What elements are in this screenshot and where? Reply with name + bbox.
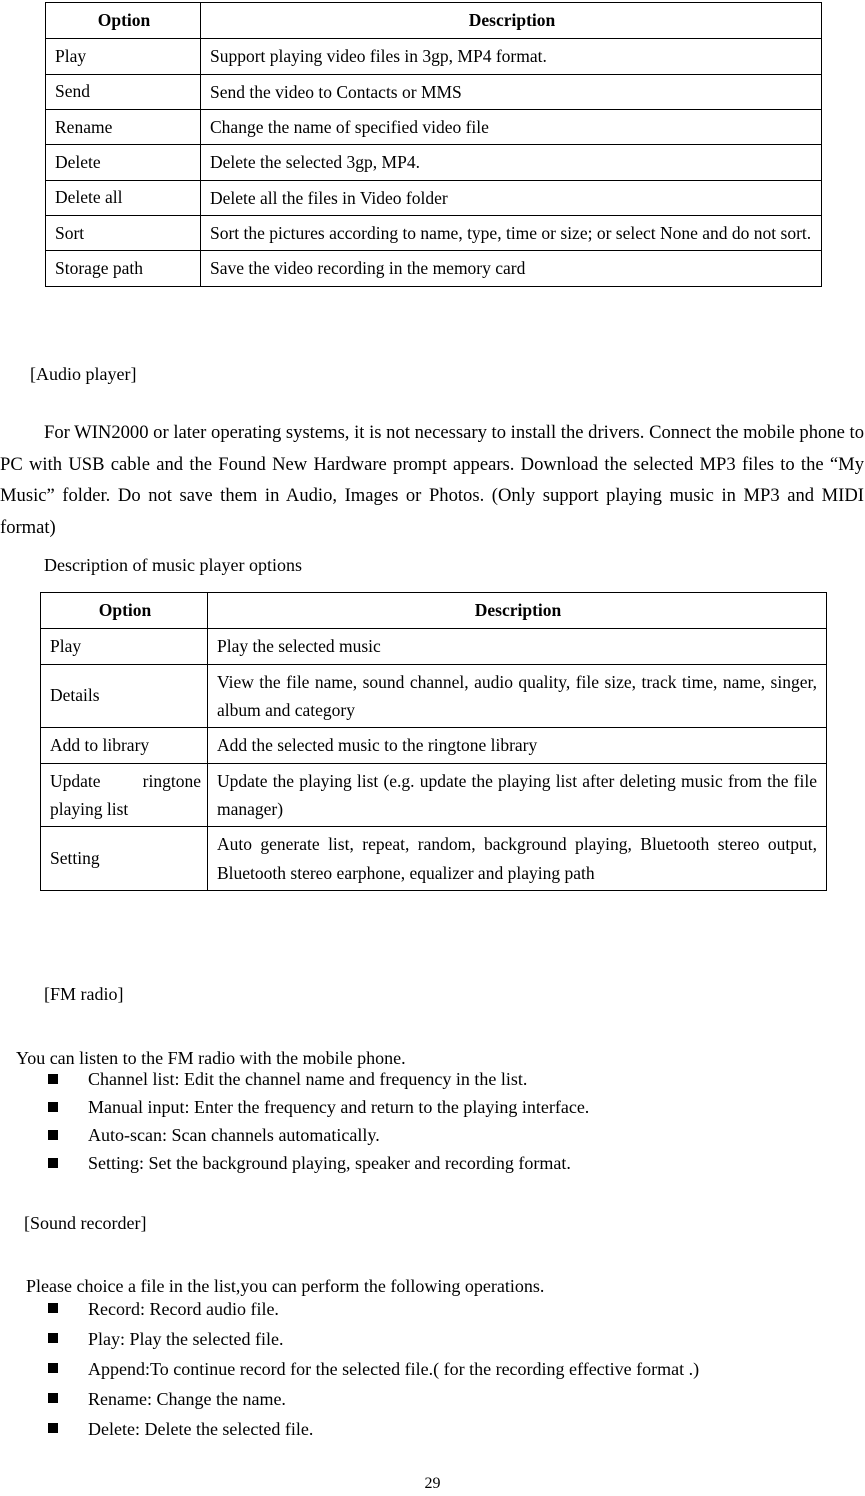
- list-item: Rename: Change the name.: [40, 1384, 699, 1414]
- list-item-label: Auto-scan: Scan channels automatically.: [88, 1125, 380, 1145]
- list-item-label: Record: Record audio file.: [88, 1299, 279, 1319]
- list-item-label: Channel list: Edit the channel name and …: [88, 1069, 528, 1089]
- list-item: Manual input: Enter the frequency and re…: [40, 1093, 589, 1121]
- column-header-option: Option: [45, 1, 201, 40]
- cell-option: Update ringtone playing list: [40, 762, 208, 828]
- cell-option: Delete: [45, 144, 201, 181]
- table-row: Storage path Save the video recording in…: [45, 250, 822, 287]
- sound-recorder-intro: Please choice a file in the list,you can…: [26, 1276, 545, 1296]
- cell-description: Update the playing list (e.g. update the…: [207, 762, 827, 828]
- list-item-label: Play: Play the selected file.: [88, 1329, 284, 1349]
- column-header-description: Description: [207, 591, 827, 630]
- cell-description: Change the name of specified video file: [200, 109, 822, 146]
- square-bullet-icon: [48, 1303, 58, 1313]
- column-header-description: Description: [200, 1, 822, 40]
- fm-radio-heading: [FM radio]: [44, 984, 124, 1004]
- fm-radio-bullet-list: Channel list: Edit the channel name and …: [40, 1065, 589, 1177]
- table-row: Delete Delete the selected 3gp, MP4.: [45, 144, 822, 181]
- table-row: Play Play the selected music: [40, 628, 827, 665]
- list-item: Record: Record audio file.: [40, 1294, 699, 1324]
- table-row: Rename Change the name of specified vide…: [45, 109, 822, 146]
- list-item: Channel list: Edit the channel name and …: [40, 1065, 589, 1093]
- cell-description: Save the video recording in the memory c…: [200, 250, 822, 287]
- table-row: Sort Sort the pictures according to name…: [45, 215, 822, 252]
- cell-description: Auto generate list, repeat, random, back…: [207, 826, 827, 892]
- list-item: Play: Play the selected file.: [40, 1324, 699, 1354]
- table-header-row: Option Description: [45, 1, 822, 40]
- table-row: Setting Auto generate list, repeat, rand…: [40, 826, 827, 892]
- cell-description: Sort the pictures according to name, typ…: [200, 215, 822, 252]
- document-page: Option Description Play Support playing …: [0, 0, 865, 1496]
- table-row: Send Send the video to Contacts or MMS: [45, 73, 822, 111]
- list-item-label: Append:To continue record for the select…: [88, 1359, 700, 1379]
- square-bullet-icon: [48, 1074, 58, 1084]
- audio-player-heading: [Audio player]: [30, 364, 137, 384]
- cell-option: Details: [40, 663, 208, 729]
- page-number: 29: [424, 1475, 441, 1492]
- square-bullet-icon: [48, 1423, 58, 1433]
- cell-description: View the file name, sound channel, audio…: [207, 663, 827, 729]
- table-header-row: Option Description: [40, 591, 827, 630]
- table-row: Play Support playing video files in 3gp,…: [45, 38, 822, 75]
- list-item-label: Setting: Set the background playing, spe…: [88, 1153, 571, 1173]
- list-item-label: Manual input: Enter the frequency and re…: [88, 1097, 590, 1117]
- square-bullet-icon: [48, 1363, 58, 1373]
- list-item: Setting: Set the background playing, spe…: [40, 1149, 589, 1177]
- cell-description: Delete the selected 3gp, MP4.: [200, 144, 822, 181]
- cell-description: Support playing video files in 3gp, MP4 …: [200, 38, 822, 75]
- cell-option: Storage path: [45, 250, 201, 287]
- cell-option: Rename: [45, 109, 201, 146]
- table-row: Details View the file name, sound channe…: [40, 663, 827, 729]
- cell-option: Sort: [45, 215, 201, 252]
- music-options-table: Option Description Play Play the selecte…: [40, 591, 827, 892]
- audio-player-paragraph: For WIN2000 or later operating systems, …: [0, 422, 864, 538]
- cell-description: Add the selected music to the ringtone l…: [207, 727, 827, 764]
- cell-option: Setting: [40, 826, 208, 892]
- cell-option: Send: [45, 73, 201, 111]
- square-bullet-icon: [48, 1158, 58, 1168]
- table-row: Add to library Add the selected music to…: [40, 727, 827, 764]
- list-item-label: Rename: Change the name.: [88, 1389, 286, 1409]
- cell-option: Add to library: [40, 727, 208, 764]
- video-options-table: Option Description Play Support playing …: [45, 1, 822, 287]
- sound-recorder-bullet-list: Record: Record audio file. Play: Play th…: [40, 1294, 699, 1444]
- square-bullet-icon: [48, 1130, 58, 1140]
- cell-description: Delete all the files in Video folder: [200, 179, 822, 217]
- table-row: Delete all Delete all the files in Video…: [45, 179, 822, 217]
- music-options-caption: Description of music player options: [44, 555, 302, 575]
- square-bullet-icon: [48, 1102, 58, 1112]
- list-item: Auto-scan: Scan channels automatically.: [40, 1121, 589, 1149]
- cell-description: Play the selected music: [207, 628, 827, 665]
- cell-option: Play: [40, 628, 208, 665]
- square-bullet-icon: [48, 1333, 58, 1343]
- cell-option: Delete all: [45, 179, 201, 217]
- list-item-label: Delete: Delete the selected file.: [88, 1419, 314, 1439]
- list-item: Append:To continue record for the select…: [40, 1354, 699, 1384]
- cell-description: Send the video to Contacts or MMS: [200, 73, 822, 111]
- sound-recorder-heading: [Sound recorder]: [24, 1213, 147, 1233]
- cell-option: Play: [45, 38, 201, 75]
- square-bullet-icon: [48, 1393, 58, 1403]
- list-item: Delete: Delete the selected file.: [40, 1414, 699, 1444]
- table-row: Update ringtone playing list Update the …: [40, 762, 827, 828]
- column-header-option: Option: [40, 591, 208, 630]
